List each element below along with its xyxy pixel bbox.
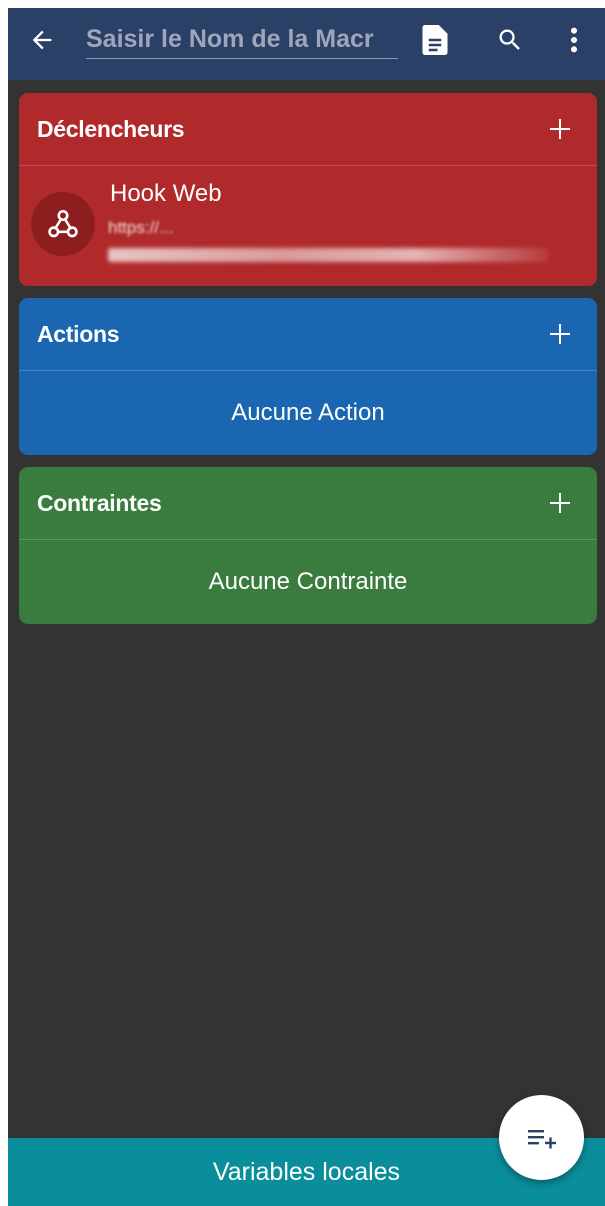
trigger-title: Hook Web [110,180,222,207]
macro-editor-screen: Déclencheurs [8,8,605,1206]
search-icon [499,29,520,50]
actions-title: Actions [37,320,120,347]
constraints-card: Contraintes Aucune Contrainte [19,467,597,624]
add-action-button[interactable] [545,319,575,349]
more-options-button[interactable] [556,22,592,58]
more-vert-icon [570,27,578,53]
actions-header: Actions [19,298,597,370]
macro-name-input[interactable] [86,21,398,59]
back-button[interactable] [26,24,58,56]
local-variables-label: Variables locales [212,1157,401,1186]
description-button[interactable] [417,22,453,58]
constraints-header: Contraintes [19,467,597,539]
document-icon [422,25,448,55]
triggers-title: Déclencheurs [37,115,185,142]
actions-empty-label: Aucune Action [231,399,385,426]
playlist-add-icon [527,1129,556,1148]
webhook-icon [31,192,95,256]
constraints-title: Contraintes [37,489,162,516]
plus-icon [550,119,570,139]
add-constraint-button[interactable] [545,488,575,518]
plus-icon [550,493,570,513]
app-bar [8,8,605,80]
add-variable-fab[interactable] [499,1095,584,1180]
plus-icon [550,324,570,344]
trigger-detail-redacted [108,248,548,262]
actions-card: Actions Aucune Action [19,298,597,455]
arrow-back-icon [32,30,52,50]
trigger-item-webhook[interactable]: Hook Web https://... [19,166,597,286]
constraints-empty-label: Aucune Contrainte [208,568,408,595]
add-trigger-button[interactable] [545,114,575,144]
trigger-detail: https://... [108,218,174,237]
triggers-card: Déclencheurs Hook Web https://... [19,93,597,286]
triggers-header: Déclencheurs [19,93,597,165]
search-button[interactable] [492,22,528,58]
